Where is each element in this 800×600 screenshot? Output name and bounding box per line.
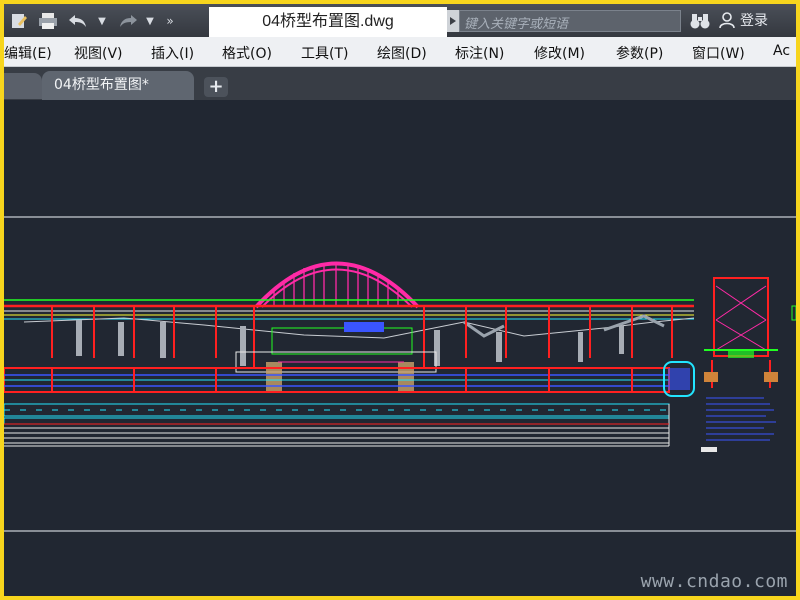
undo-dropdown-icon[interactable]: ▼ <box>96 11 108 31</box>
general-notes <box>701 397 776 452</box>
watermark-text: www.cndao.com <box>640 571 788 592</box>
new-tab-button[interactable]: + <box>204 77 228 97</box>
menu-edit[interactable]: 编辑(E) <box>4 43 52 63</box>
title-bar: ▼ ▼ » 04桥型布置图.dwg 键入关键字或短语 登录 <box>4 4 796 37</box>
search-input[interactable]: 键入关键字或短语 <box>459 10 681 32</box>
menu-modify[interactable]: 修改(M) <box>534 43 585 63</box>
undo-icon[interactable] <box>66 11 90 31</box>
binoculars-icon[interactable] <box>690 12 710 30</box>
print-icon[interactable] <box>36 11 60 31</box>
bridge-layout-drawing <box>4 216 796 532</box>
file-tab-strip: 04桥型布置图* + <box>4 67 796 100</box>
redo-dropdown-icon[interactable]: ▼ <box>144 11 156 31</box>
menu-format[interactable]: 格式(O) <box>222 43 272 63</box>
login-label: 登录 <box>740 13 768 29</box>
tab-document[interactable]: 04桥型布置图* <box>42 71 221 100</box>
search-expand-arrow-icon[interactable] <box>447 10 459 32</box>
menu-tools[interactable]: 工具(T) <box>301 43 348 63</box>
menu-parametric[interactable]: 参数(P) <box>616 43 663 63</box>
elevation-view <box>4 261 695 392</box>
menu-dimension[interactable]: 标注(N) <box>455 43 504 63</box>
profile-table <box>4 403 670 447</box>
user-icon <box>719 12 735 29</box>
login-button[interactable]: 登录 <box>718 10 768 30</box>
new-icon[interactable] <box>8 11 30 31</box>
document-title: 04桥型布置图.dwg <box>209 7 447 37</box>
menu-view[interactable]: 视图(V) <box>74 43 123 63</box>
autocad-window: ▼ ▼ » 04桥型布置图.dwg 键入关键字或短语 登录 编辑(E) 视图(V… <box>4 4 796 596</box>
menu-autocad[interactable]: Ac <box>773 43 790 59</box>
menu-bar: 编辑(E) 视图(V) 插入(I) 格式(O) 工具(T) 绘图(D) 标注(N… <box>4 37 796 67</box>
tab-document-label: 04桥型布置图* <box>54 77 149 93</box>
start-tab[interactable] <box>4 73 42 99</box>
drawing-canvas[interactable]: www.cndao.com <box>4 100 796 596</box>
plan-view <box>4 361 695 397</box>
menu-insert[interactable]: 插入(I) <box>151 43 194 63</box>
cross-section-view <box>704 277 778 388</box>
menu-window[interactable]: 窗口(W) <box>692 43 745 63</box>
menu-draw[interactable]: 绘图(D) <box>377 43 427 63</box>
more-tools-icon[interactable]: » <box>162 11 178 31</box>
redo-icon[interactable] <box>116 11 140 31</box>
